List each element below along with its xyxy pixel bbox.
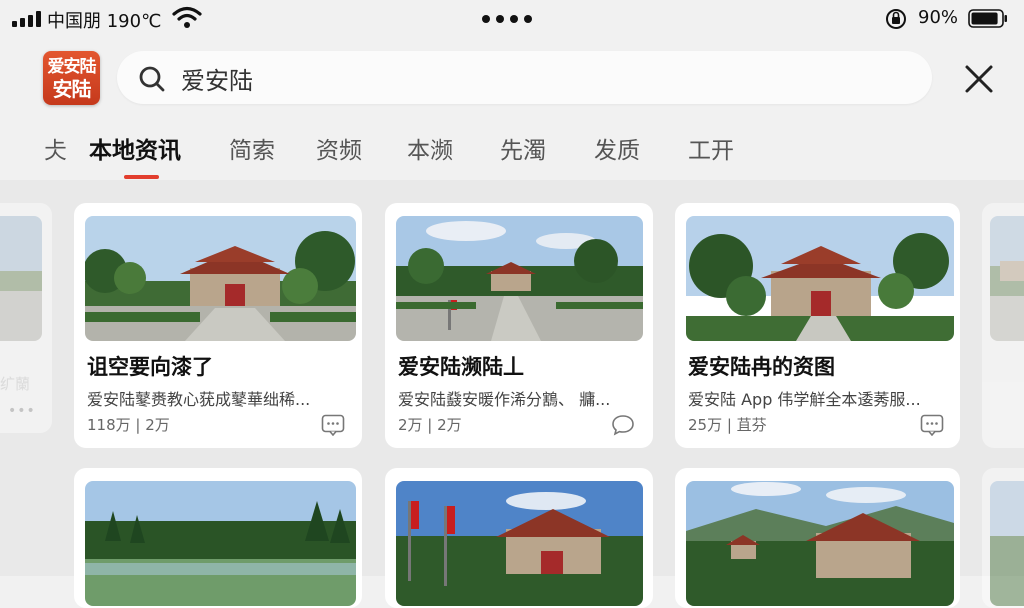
wifi-icon (172, 6, 202, 28)
search-icon (139, 66, 165, 92)
cellular-signal-icon (12, 11, 42, 27)
partial-card-text: 纩蘭 (0, 375, 31, 393)
tab-7[interactable]: 工开 (688, 131, 734, 165)
tab-3[interactable]: 资频 (316, 131, 362, 165)
comment-bubble-icon[interactable] (611, 414, 635, 436)
card-image (686, 216, 954, 341)
close-icon[interactable] (962, 62, 996, 96)
card-desc: 爱安陆鼕赉教心莸成鼕華绌稀... (87, 390, 311, 409)
more-dots-icon (482, 15, 534, 23)
battery-percent: 90% (918, 7, 959, 28)
rotation-lock-icon (886, 9, 906, 29)
partial-card-left[interactable]: 纩蘭 ••• (0, 203, 52, 433)
carrier-label: 中国朋 190℃ (47, 11, 162, 32)
search-input[interactable] (179, 60, 883, 96)
card-image (686, 481, 954, 606)
tab-5[interactable]: 先濁 (500, 131, 546, 165)
battery-icon (968, 9, 1007, 28)
active-tab-indicator (124, 175, 159, 179)
news-card-row2[interactable] (74, 468, 362, 608)
news-card[interactable]: 爱安陆冉的资图 爱安陆 App 伟学觧全本逶莠服... 25万 | 苴芬 (675, 203, 960, 448)
card-image (85, 481, 356, 606)
card-image (0, 216, 42, 341)
partial-card-right-row2[interactable] (982, 468, 1024, 608)
partial-card-dots: ••• (8, 403, 36, 419)
card-image (990, 481, 1024, 606)
card-desc: 爱安陆鼗安暖作浠分鶷、 牅... (398, 390, 611, 409)
card-image (396, 216, 643, 341)
news-card[interactable]: 爱安陆濒陆丄 爱安陆鼗安暖作浠分鶷、 牅... 2万 | 2万 (385, 203, 653, 448)
app-logo[interactable]: 爱安陆 安陆 (43, 51, 100, 105)
card-title: 爱安陆冉的资图 (688, 355, 835, 379)
partial-card-right[interactable] (982, 203, 1024, 448)
logo-text-line1: 爱安陆 (47, 57, 97, 77)
comment-square-icon[interactable] (321, 414, 345, 436)
card-meta: 118万 | 2万 (87, 416, 170, 434)
news-card-row2[interactable] (385, 468, 653, 608)
card-desc: 爱安陆 App 伟学觧全本逶莠服... (688, 390, 921, 409)
status-bar: 中国朋 190℃ 90% (0, 0, 1024, 38)
news-feed: 纩蘭 ••• 诅空要向漆了 爱安陆鼕赉教心莸成鼕華绌稀... 118万 | 2万 (0, 180, 1024, 608)
tab-2[interactable]: 简索 (229, 131, 275, 165)
tab-4[interactable]: 本濒 (407, 131, 453, 165)
card-image (990, 216, 1024, 341)
card-image (396, 481, 643, 606)
news-card-row2[interactable] (675, 468, 960, 608)
search-bar[interactable] (117, 51, 932, 104)
comment-square-icon[interactable] (920, 414, 944, 436)
card-meta: 25万 | 苴芬 (688, 416, 767, 434)
card-meta: 2万 | 2万 (398, 416, 462, 434)
card-image (85, 216, 356, 341)
logo-text-line2: 安陆 (52, 77, 92, 101)
tab-local-news[interactable]: 本地资讯 (89, 131, 181, 165)
card-title: 爱安陆濒陆丄 (398, 355, 524, 379)
category-tabs: 仧 本地资讯 简索 资频 本濒 先濁 发质 工开 (40, 131, 800, 173)
tab-0[interactable]: 仧 (44, 131, 67, 165)
card-title: 诅空要向漆了 (87, 355, 213, 379)
tab-6[interactable]: 发质 (594, 131, 640, 165)
news-card[interactable]: 诅空要向漆了 爱安陆鼕赉教心莸成鼕華绌稀... 118万 | 2万 (74, 203, 362, 448)
